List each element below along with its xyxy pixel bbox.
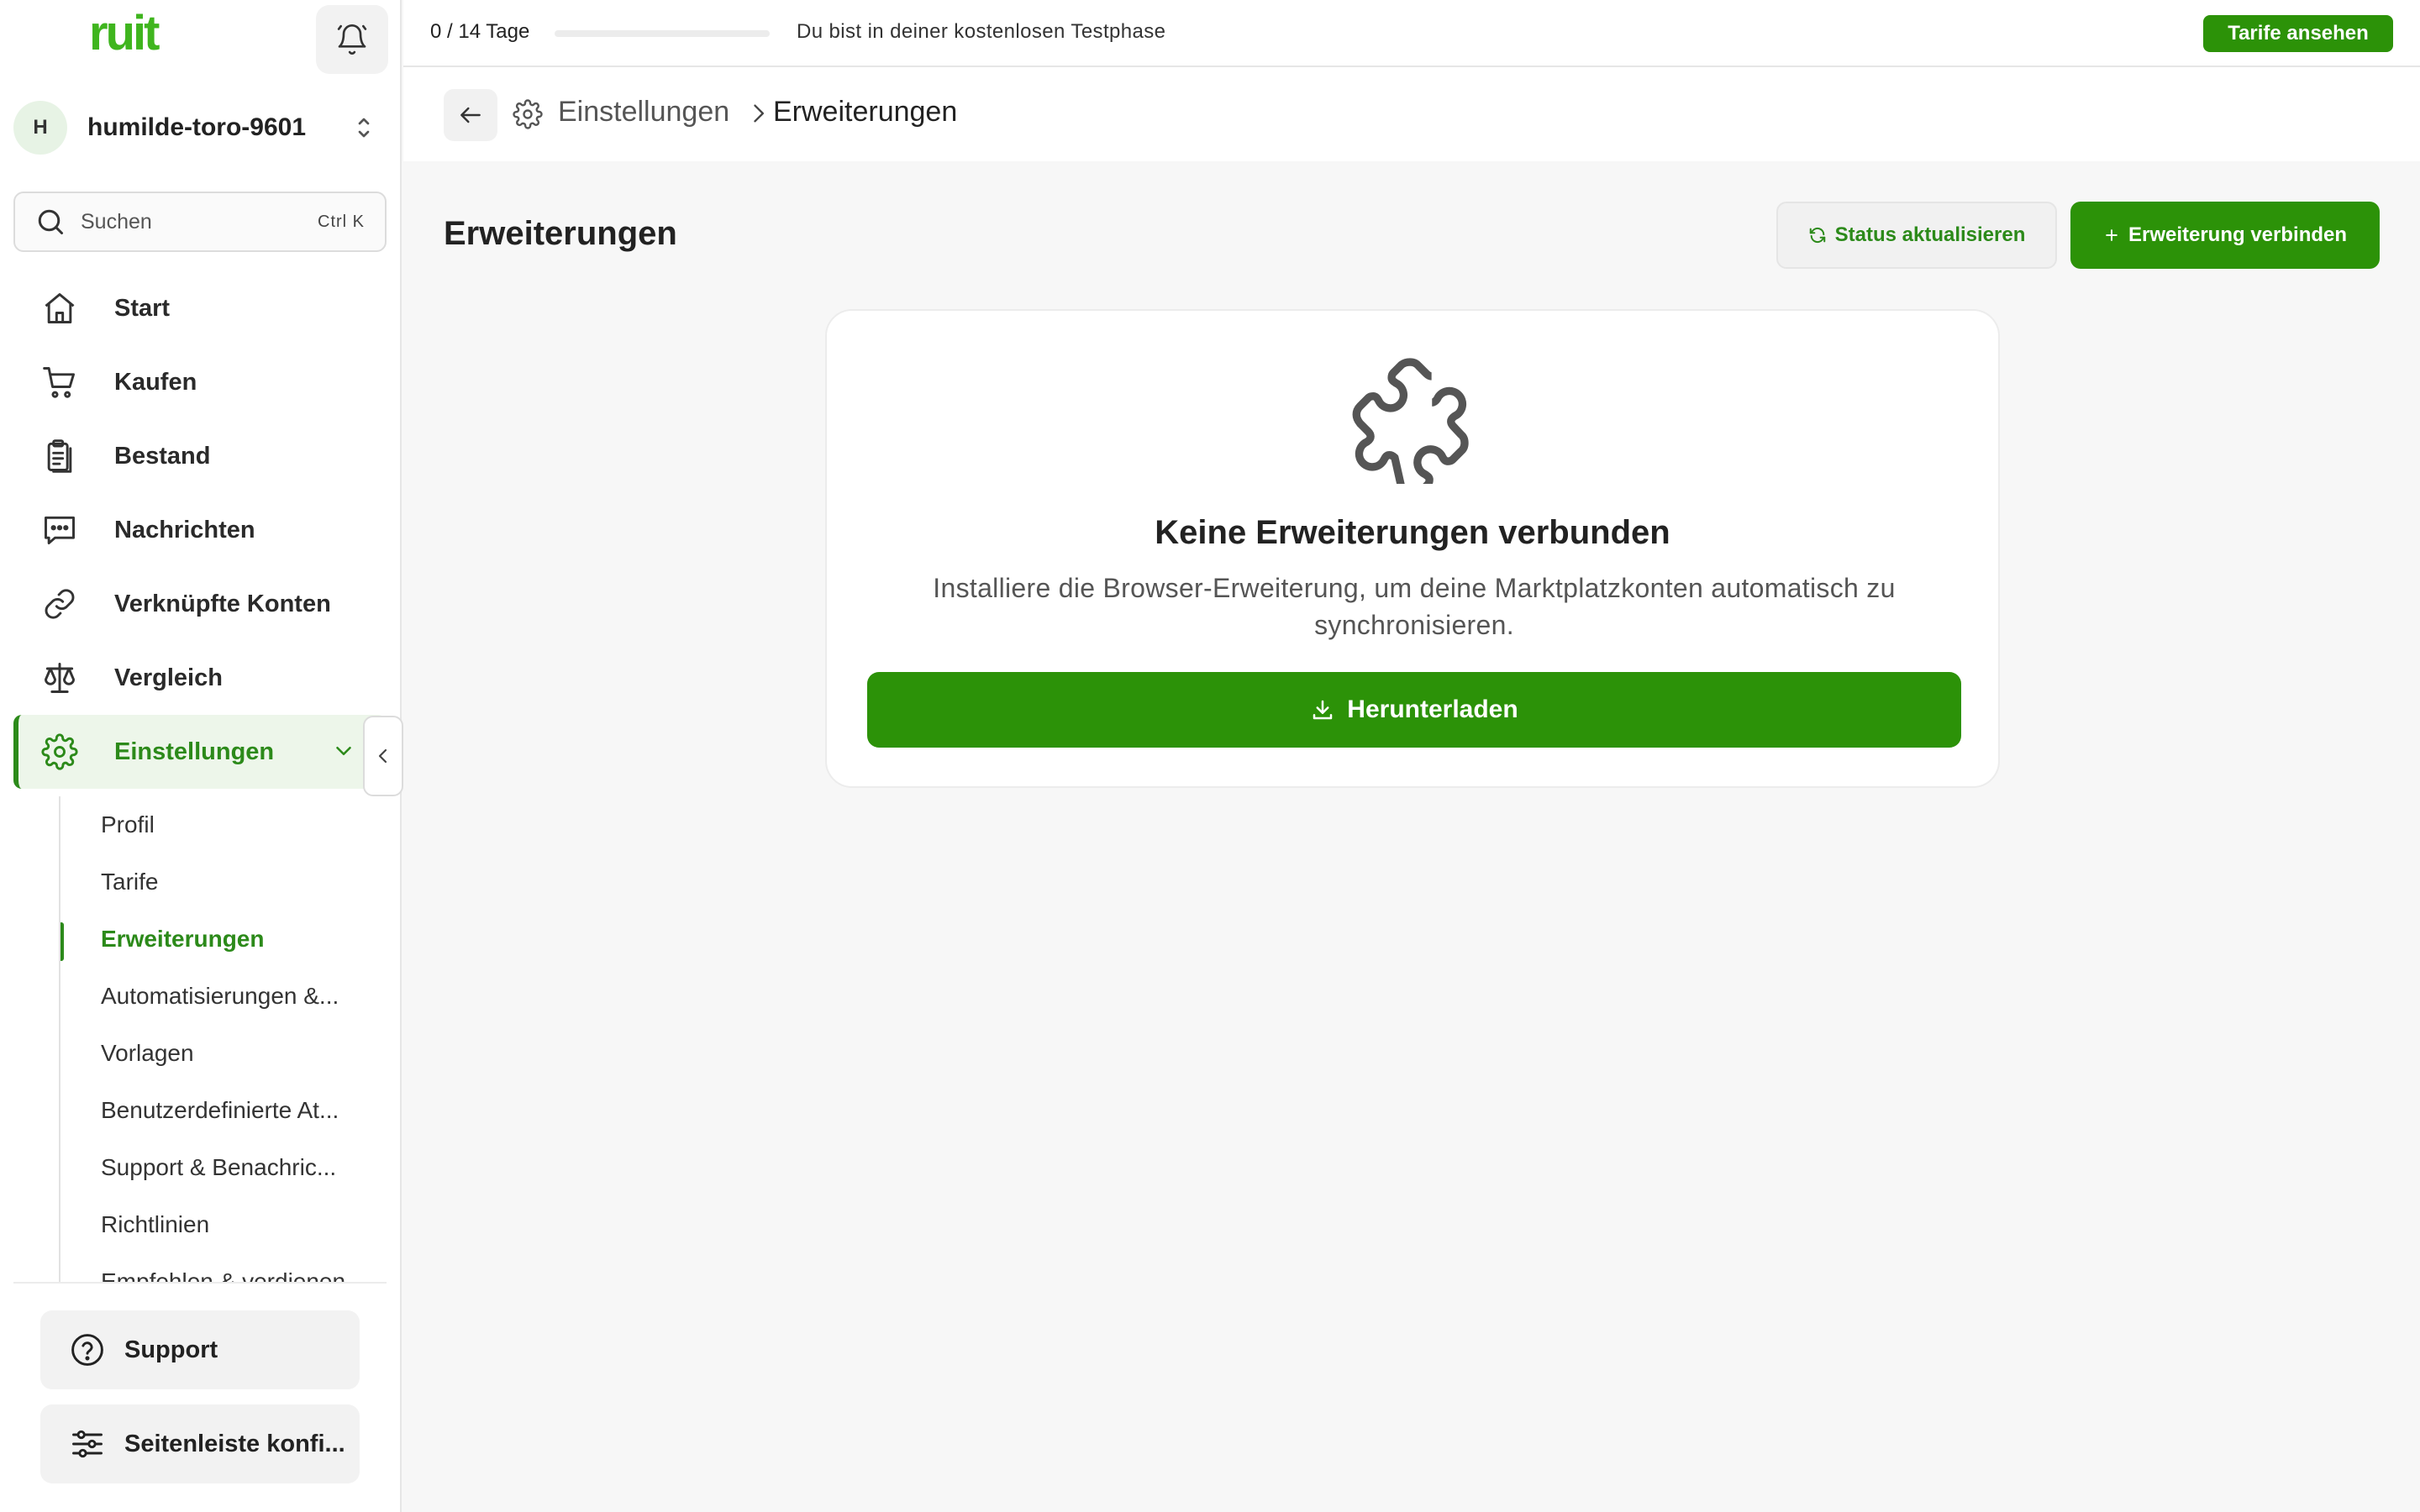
chevron-updown-icon: [358, 118, 370, 138]
download-button[interactable]: Herunterladen: [867, 672, 1961, 748]
link-icon: [40, 585, 79, 623]
trial-days: 0 / 14 Tage: [430, 20, 530, 43]
sidebar: ruit H humilde-toro-9601 Suchen Ctrl K S…: [0, 0, 403, 1512]
bell-icon: [337, 24, 367, 55]
gear-icon: [513, 99, 543, 129]
support-label: Support: [124, 1336, 218, 1363]
notifications-button[interactable]: [316, 5, 388, 74]
nav-label: Start: [114, 294, 171, 322]
subnav-item-automatisierungen[interactable]: Automatisierungen &...: [60, 968, 378, 1025]
subnav-item-empfehlen[interactable]: Empfehlen & verdienen: [60, 1253, 378, 1284]
search-input[interactable]: Suchen Ctrl K: [13, 192, 387, 252]
sidebar-divider: [13, 1282, 387, 1284]
view-plans-button[interactable]: Tarife ansehen: [2203, 15, 2393, 52]
subnav-item-erweiterungen[interactable]: Erweiterungen: [60, 911, 378, 968]
nav-label: Kaufen: [114, 368, 197, 396]
breadcrumb-current: Erweiterungen: [773, 96, 958, 128]
empty-state-card: Keine Erweiterungen verbunden Installier…: [825, 309, 2000, 788]
search-icon: [38, 209, 63, 234]
empty-state-description: Installiere die Browser-Erweiterung, um …: [933, 573, 1896, 640]
customize-sidebar-button[interactable]: Seitenleiste konfi...: [40, 1404, 360, 1483]
subnav-item-profil[interactable]: Profil: [60, 796, 378, 853]
download-icon: [1313, 700, 1333, 720]
cart-icon: [40, 363, 79, 402]
trial-progress-bar: [555, 30, 770, 37]
subnav-item-benutzerdefinierte[interactable]: Benutzerdefinierte At...: [60, 1082, 378, 1139]
subnav-item-vorlagen[interactable]: Vorlagen: [60, 1025, 378, 1082]
back-button[interactable]: [444, 89, 497, 141]
nav-label: Nachrichten: [114, 516, 255, 543]
trial-banner: 0 / 14 Tage Du bist in deiner kostenlose…: [403, 0, 2420, 67]
clipboard-icon: [40, 437, 79, 475]
subnav-item-support[interactable]: Support & Benachric...: [60, 1139, 378, 1196]
search-placeholder: Suchen: [81, 209, 152, 234]
nav-item-verknuepfte-konten[interactable]: Verknüpfte Konten: [13, 567, 387, 641]
connect-extension-button[interactable]: Erweiterung verbinden: [2070, 202, 2380, 269]
chat-icon: [40, 511, 79, 549]
gear-icon: [40, 732, 79, 771]
app-root: ruit H humilde-toro-9601 Suchen Ctrl K S…: [0, 0, 2420, 1512]
puzzle-icon: [1352, 358, 1469, 484]
main-nav: Start Kaufen Bestand Nachrichten Verknüp…: [13, 271, 387, 789]
empty-state-title: Keine Erweiterungen verbunden: [1155, 514, 1670, 551]
help-icon: [71, 1334, 103, 1366]
arrow-left-icon: [460, 107, 481, 123]
workspace-name: humilde-toro-9601: [87, 113, 307, 141]
nav-label: Bestand: [114, 442, 211, 470]
collapse-sidebar-button[interactable]: [363, 716, 403, 796]
breadcrumb: Einstellungen Erweiterungen: [403, 67, 2420, 161]
settings-subnav: Profil Tarife Erweiterungen Automatisier…: [59, 796, 378, 1284]
download-label: Herunterladen: [1347, 696, 1518, 723]
refresh-status-button[interactable]: Status aktualisieren: [1776, 202, 2057, 269]
subnav-item-tarife[interactable]: Tarife: [60, 853, 378, 911]
chevron-left-icon: [378, 748, 387, 764]
app-logo[interactable]: ruit: [89, 5, 160, 61]
refresh-label: Status aktualisieren: [1834, 223, 2026, 246]
plus-icon: [2106, 229, 2118, 241]
nav-item-start[interactable]: Start: [13, 271, 387, 345]
connect-label: Erweiterung verbinden: [2128, 223, 2348, 246]
nav-item-vergleich[interactable]: Vergleich: [13, 641, 387, 715]
nav-label: Vergleich: [114, 664, 223, 691]
sliders-icon: [72, 1430, 103, 1458]
scale-icon: [40, 659, 79, 697]
nav-item-einstellungen[interactable]: Einstellungen: [13, 715, 387, 789]
nav-label: Einstellungen: [114, 738, 275, 765]
breadcrumb-parent[interactable]: Einstellungen: [558, 96, 729, 129]
search-shortcut: Ctrl K: [318, 212, 365, 231]
workspace-avatar: H: [13, 101, 67, 155]
customize-label: Seitenleiste konfi...: [124, 1430, 345, 1457]
trial-text: Du bist in deiner kostenlosen Testphase: [797, 20, 1166, 43]
nav-label: Verknüpfte Konten: [114, 590, 331, 617]
chevron-down-icon: [336, 747, 351, 755]
workspace-switcher[interactable]: H humilde-toro-9601: [13, 101, 388, 155]
nav-item-kaufen[interactable]: Kaufen: [13, 345, 387, 419]
subnav-item-richtlinien[interactable]: Richtlinien: [60, 1196, 378, 1253]
nav-item-bestand[interactable]: Bestand: [13, 419, 387, 493]
page-title: Erweiterungen: [444, 215, 677, 252]
chevron-right-icon: [754, 104, 764, 123]
support-button[interactable]: Support: [40, 1310, 360, 1389]
nav-item-nachrichten[interactable]: Nachrichten: [13, 493, 387, 567]
refresh-icon: [1809, 227, 1825, 244]
home-icon: [40, 289, 79, 328]
